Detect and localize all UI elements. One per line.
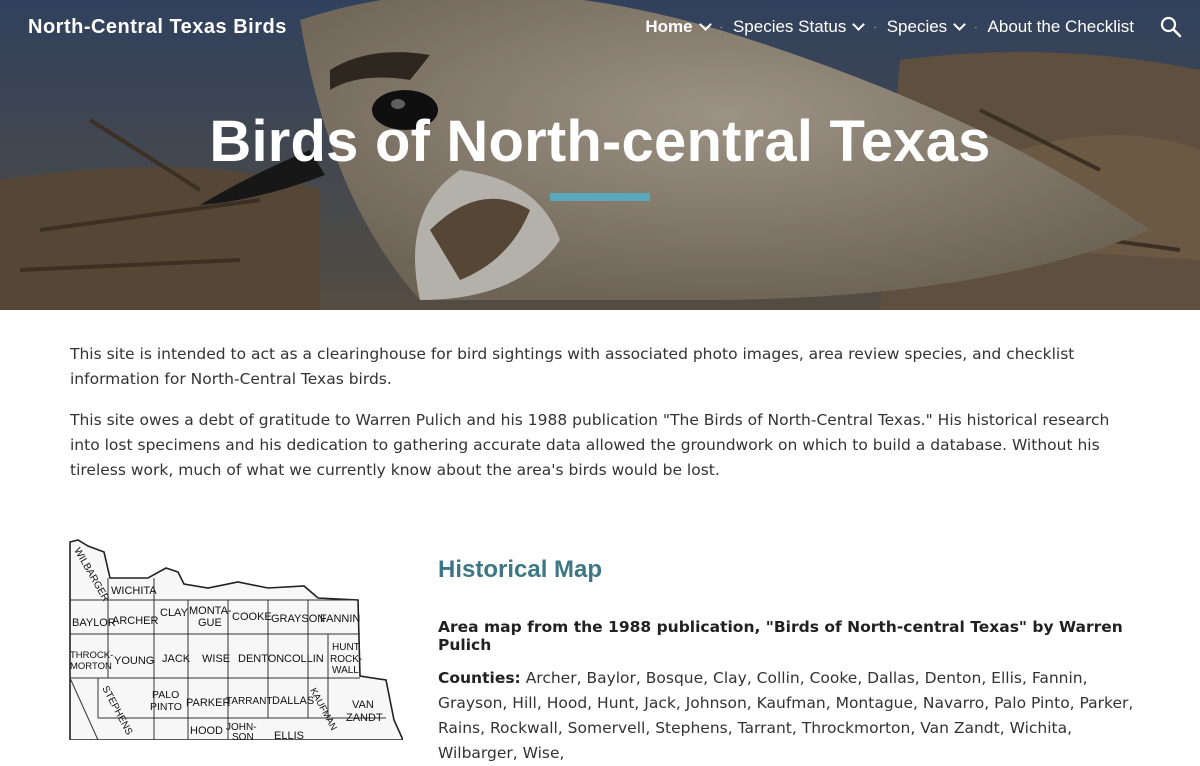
map-label: PARKER (186, 697, 230, 709)
page-title: Birds of North-central Texas (209, 109, 991, 174)
map-label: ROCK- (330, 654, 362, 665)
counties-label: Counties: (438, 669, 521, 687)
top-navigation: Home · Species Status · Species · About … (645, 16, 1182, 38)
nav-item-home[interactable]: Home (645, 17, 712, 37)
map-label: THROCK- (70, 650, 113, 661)
map-label: DENTON (238, 653, 284, 665)
map-caption: Area map from the 1988 publication, "Bir… (438, 618, 1123, 654)
map-label: MONTA- (189, 605, 232, 617)
map-label: MORTON (70, 661, 112, 672)
chevron-down-icon[interactable] (698, 18, 712, 31)
map-label: HOOD (190, 725, 223, 737)
map-label: HUNT (332, 642, 360, 653)
nav-item-label: Species (886, 17, 948, 36)
map-label: BAYLOR (72, 617, 116, 629)
map-label: CLAY (160, 607, 189, 619)
map-label: COLLIN (284, 653, 324, 665)
map-label: PINTO (150, 701, 182, 713)
search-icon[interactable] (1160, 16, 1182, 38)
map-label: TARRANT (226, 696, 272, 707)
historical-map-section: Historical Map Area map from the 1988 pu… (438, 556, 1138, 766)
map-label: DALLAS (272, 695, 314, 707)
nav-separator: · (873, 21, 877, 33)
intro-paragraph-1: This site is intended to act as a cleari… (70, 345, 1075, 388)
title-accent-rule (550, 193, 650, 201)
map-label: WICHITA (111, 585, 157, 597)
map-label: SON (232, 732, 254, 740)
map-label: WALL (332, 665, 359, 676)
nav-item-label: Home (645, 17, 693, 36)
map-label: GUE (198, 617, 222, 629)
counties-list: Counties: Archer, Baylor, Bosque, Clay, … (438, 666, 1138, 766)
chevron-down-icon[interactable] (953, 18, 967, 31)
hero-banner: North-Central Texas Birds Home · Species… (0, 0, 1200, 310)
chevron-down-icon[interactable] (852, 18, 866, 31)
site-title[interactable]: North-Central Texas Birds (28, 16, 287, 39)
map-label: ARCHER (112, 615, 159, 627)
counties-text: Archer, Baylor, Bosque, Clay, Collin, Co… (438, 669, 1134, 762)
map-label: GRAYSON (271, 613, 325, 625)
intro-paragraph-2: This site owes a debt of gratitude to Wa… (70, 411, 1110, 479)
nav-item-species-status[interactable]: Species Status (732, 17, 866, 37)
map-label: COOKE (232, 611, 272, 623)
nav-item-species[interactable]: Species (886, 17, 967, 37)
map-label: JACK (162, 653, 191, 665)
nav-item-label: About the Checklist (987, 17, 1134, 36)
map-label: WISE (202, 653, 230, 665)
section-heading: Historical Map (438, 556, 603, 583)
map-label: FANNIN (320, 613, 360, 625)
map-label: PALO (152, 689, 179, 701)
nav-item-about-checklist[interactable]: About the Checklist (988, 17, 1134, 37)
nav-separator: · (974, 21, 978, 33)
historical-county-map: WILBARGER WICHITA BAYLOR ARCHER CLAY MON… (68, 538, 403, 740)
map-label: ELLIS (274, 730, 304, 740)
intro-section: This site is intended to act as a cleari… (70, 342, 1135, 499)
map-label: YOUNG (114, 655, 154, 667)
map-label: VAN (352, 699, 374, 711)
nav-separator: · (719, 21, 723, 33)
map-label: ZANDT (346, 712, 383, 724)
nav-item-label: Species Status (732, 17, 847, 36)
